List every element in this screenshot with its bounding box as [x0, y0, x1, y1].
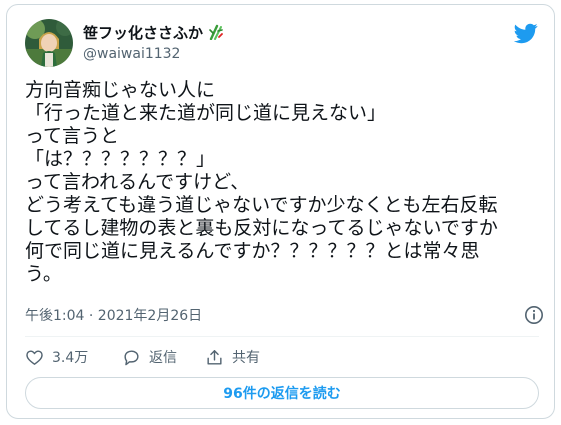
tweet-card: 笹フッ化ささふか @waiwai1132 方向音痴じゃない人に 「行った道と来た… [6, 4, 555, 419]
display-name-text: 笹フッ化ささふか [83, 24, 204, 42]
heart-icon [26, 349, 43, 365]
bamboo-icon [208, 24, 224, 42]
reply-icon [124, 349, 139, 365]
display-name[interactable]: 笹フッ化ささふか [83, 23, 224, 43]
info-icon[interactable] [524, 305, 544, 325]
read-replies-button[interactable]: 96件の返信を読む [25, 377, 539, 409]
like-button[interactable]: 3.4万 [25, 347, 88, 367]
reply-label: 返信 [149, 350, 177, 366]
user-handle[interactable]: @waiwai1132 [83, 45, 180, 63]
twitter-bird-icon[interactable] [513, 21, 538, 45]
share-icon [207, 349, 222, 365]
avatar[interactable] [25, 19, 73, 67]
share-button[interactable]: 共有 [205, 347, 260, 367]
divider [25, 336, 539, 337]
share-label: 共有 [232, 350, 260, 366]
like-count: 3.4万 [52, 350, 89, 366]
timestamp[interactable]: 午後1:04 · 2021年2月26日 [25, 307, 202, 325]
reply-button[interactable]: 返信 [122, 347, 177, 367]
tweet-text: 方向音痴じゃない人に 「行った道と来た道が同じ道に見えない」 って言うと 「は？… [25, 79, 498, 285]
